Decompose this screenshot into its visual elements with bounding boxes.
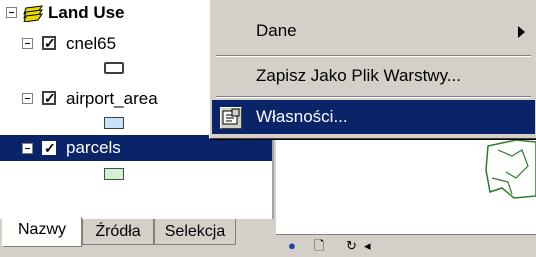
- layer-context-menu: Dane Zapisz Jako Plik Warstwy... Własnoś…: [209, 0, 536, 139]
- check-icon: ✓: [44, 90, 56, 106]
- menu-item-dane[interactable]: Dane: [212, 14, 535, 48]
- menu-separator: [216, 96, 531, 98]
- menu-item-label: Dane: [256, 21, 297, 40]
- globe-icon[interactable]: ●: [288, 239, 296, 253]
- map-status-bar: ● 🗋 ↻ ◂: [276, 234, 536, 257]
- layer-symbol-swatch[interactable]: [104, 168, 124, 180]
- collapse-toggle[interactable]: [22, 93, 33, 104]
- layer-visibility-checkbox[interactable]: ✓: [42, 90, 56, 106]
- menu-separator: [216, 55, 531, 57]
- properties-icon: [220, 107, 242, 129]
- layer-label[interactable]: parcels: [66, 137, 121, 159]
- layer-visibility-checkbox[interactable]: ✓: [42, 140, 56, 156]
- group-label[interactable]: Land Use: [48, 2, 125, 24]
- menu-item-properties[interactable]: Własności...: [212, 100, 535, 134]
- collapse-toggle[interactable]: [22, 38, 33, 49]
- collapse-toggle[interactable]: [22, 143, 33, 154]
- tab-nazwy[interactable]: Nazwy: [2, 217, 82, 247]
- submenu-arrow-icon: [518, 26, 525, 38]
- toc-tab-bar: Nazwy Źródła Selekcja: [0, 217, 272, 256]
- tab-zrodla[interactable]: Źródła: [82, 219, 154, 245]
- check-icon: ✓: [44, 35, 56, 51]
- page-layout-icon[interactable]: 🗋: [314, 239, 324, 253]
- menu-item-save-as-layer-file[interactable]: Zapisz Jako Plik Warstwy...: [212, 59, 535, 93]
- scroll-left-icon[interactable]: ◂: [364, 239, 371, 253]
- tab-selekcja[interactable]: Selekcja: [154, 219, 236, 245]
- layer-symbol-swatch[interactable]: [104, 62, 124, 74]
- layer-symbol-swatch[interactable]: [104, 117, 124, 129]
- check-icon: ✓: [44, 140, 56, 156]
- collapse-toggle[interactable]: [6, 7, 17, 18]
- layer-label[interactable]: airport_area: [66, 88, 158, 110]
- layers-icon: [23, 5, 44, 22]
- menu-item-label: Zapisz Jako Plik Warstwy...: [256, 66, 461, 85]
- layer-label[interactable]: cnel65: [66, 33, 116, 55]
- menu-item-label: Własności...: [256, 107, 348, 126]
- refresh-icon[interactable]: ↻: [346, 239, 357, 253]
- layer-visibility-checkbox[interactable]: ✓: [42, 35, 56, 51]
